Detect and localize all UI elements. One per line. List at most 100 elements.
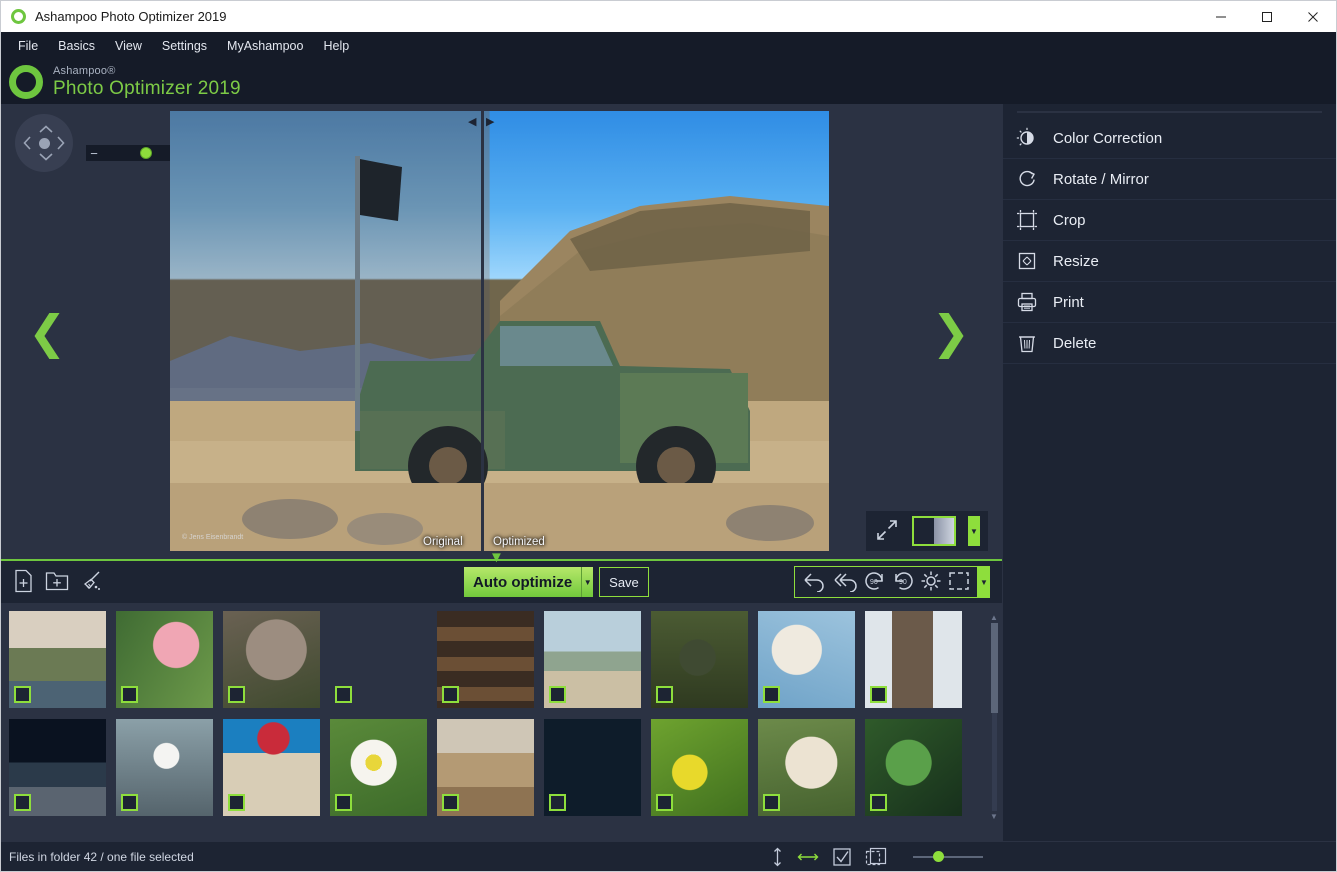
thumbnail-checkbox[interactable] (763, 686, 780, 703)
list-item[interactable] (330, 611, 427, 708)
chevron-left-icon[interactable] (23, 136, 31, 152)
scroll-up-icon[interactable]: ▲ (990, 613, 998, 622)
menu-item-settings[interactable]: Settings (153, 35, 216, 57)
rotate-left-90-icon[interactable]: 90 (863, 570, 887, 595)
toolbar-more-dropdown-button[interactable]: ▼ (978, 566, 990, 598)
label-optimized: Optimized (493, 536, 545, 548)
sidebar-item-color-correction[interactable]: Color Correction (1003, 118, 1336, 159)
sidebar-item-print[interactable]: Print (1003, 282, 1336, 323)
maximize-icon[interactable] (1244, 1, 1290, 32)
compare-split-divider[interactable] (481, 111, 484, 551)
caret-left-icon[interactable]: ◀ (468, 115, 476, 128)
menu-item-help[interactable]: Help (314, 35, 358, 57)
thumbnail-checkbox[interactable] (656, 686, 673, 703)
list-item[interactable] (865, 611, 962, 708)
list-item[interactable] (437, 719, 534, 816)
thumbnail-checkbox[interactable] (656, 794, 673, 811)
compare-dropdown-button[interactable]: ▼ (968, 516, 980, 546)
add-folder-icon[interactable] (45, 570, 69, 595)
thumbnail-checkbox[interactable] (228, 794, 245, 811)
chevron-down-icon[interactable] (39, 151, 53, 163)
list-item[interactable] (9, 611, 106, 708)
settings-gear-icon[interactable] (919, 569, 943, 596)
thumbnail-size-slider[interactable] (913, 851, 983, 863)
save-button[interactable]: Save (599, 567, 649, 597)
caret-right-icon[interactable]: ▶ (486, 115, 494, 128)
deselect-all-icon[interactable] (865, 847, 887, 867)
zoom-out-button[interactable]: − (86, 147, 102, 160)
photo-compare-area[interactable]: © Jens Eisenbrandt ◀ ▶ Original Optimize… (170, 111, 829, 551)
thumbnail-checkbox[interactable] (442, 686, 459, 703)
sidebar-item-resize[interactable]: Resize (1003, 241, 1336, 282)
sidebar-item-crop[interactable]: Crop (1003, 200, 1336, 241)
minimize-icon[interactable] (1198, 1, 1244, 32)
thumbnail-checkbox[interactable] (870, 686, 887, 703)
previous-image-button[interactable]: ❮ (28, 309, 67, 355)
list-item[interactable] (116, 611, 213, 708)
menu-item-basics[interactable]: Basics (49, 35, 104, 57)
thumbnail-checkbox[interactable] (549, 686, 566, 703)
menu-item-myashampoo[interactable]: MyAshampoo (218, 35, 312, 57)
fit-to-screen-icon[interactable] (874, 517, 900, 546)
thumbnail-checkbox[interactable] (442, 794, 459, 811)
list-item[interactable] (223, 611, 320, 708)
chevron-right-icon[interactable] (57, 136, 65, 152)
auto-optimize-dropdown-button[interactable]: ▼ (581, 567, 593, 597)
close-icon[interactable] (1290, 1, 1336, 32)
thumbnail-checkbox[interactable] (335, 686, 352, 703)
edit-toolbar: ▼ Auto optimize ▼ Save (1, 559, 1002, 603)
list-item[interactable] (116, 719, 213, 816)
list-item[interactable] (651, 719, 748, 816)
thumbnail-scrollbar[interactable]: ▲ ▼ (990, 613, 998, 821)
thumbnail-row (9, 611, 1002, 708)
list-item[interactable] (544, 719, 641, 816)
list-item[interactable] (437, 611, 534, 708)
sort-vertical-icon[interactable] (771, 847, 784, 867)
rotate-right-90-icon[interactable]: 90 (891, 570, 915, 595)
next-image-button[interactable]: ❯ (931, 309, 970, 355)
thumbnail-row (9, 719, 1002, 816)
list-item[interactable] (330, 719, 427, 816)
list-item[interactable] (865, 719, 962, 816)
thumbnail-size-handle[interactable] (933, 851, 944, 862)
list-item[interactable] (9, 719, 106, 816)
sidebar-item-rotate-mirror[interactable]: Rotate / Mirror (1003, 159, 1336, 200)
list-item[interactable] (758, 611, 855, 708)
thumbnail-checkbox[interactable] (549, 794, 566, 811)
thumbnail-strip[interactable]: ▲ ▼ (1, 603, 1002, 841)
select-region-icon[interactable] (947, 569, 971, 596)
chevron-up-icon[interactable] (39, 123, 53, 135)
thumbnail-checkbox[interactable] (121, 686, 138, 703)
split-compare-icon[interactable] (912, 516, 956, 546)
undo-all-icon[interactable] (831, 570, 859, 595)
thumbnail-checkbox[interactable] (763, 794, 780, 811)
auto-optimize-button[interactable]: Auto optimize (464, 567, 581, 597)
thumbnail-checkbox[interactable] (14, 794, 31, 811)
thumbnail-checkbox[interactable] (121, 794, 138, 811)
broom-clear-icon[interactable] (80, 569, 104, 596)
list-item[interactable] (758, 719, 855, 816)
scrollbar-thumb[interactable] (991, 623, 998, 713)
sort-horizontal-icon[interactable] (797, 850, 819, 864)
menu-item-file[interactable]: File (9, 35, 47, 57)
menu-item-view[interactable]: View (106, 35, 151, 57)
thumbnail-checkbox[interactable] (870, 794, 887, 811)
pan-dpad-icon[interactable] (15, 114, 73, 172)
add-file-icon[interactable] (13, 569, 34, 596)
photo-scenery (170, 111, 829, 551)
zoom-handle[interactable] (140, 147, 152, 159)
list-item[interactable] (651, 611, 748, 708)
list-item[interactable] (544, 611, 641, 708)
thumbnail-size-track[interactable] (913, 856, 983, 858)
collapse-viewer-icon[interactable]: ▼ (489, 549, 504, 566)
pan-center[interactable] (39, 138, 50, 149)
thumbnail-checkbox[interactable] (335, 794, 352, 811)
list-item[interactable] (223, 719, 320, 816)
sidebar-item-delete[interactable]: Delete (1003, 323, 1336, 364)
undo-icon[interactable] (801, 570, 827, 595)
thumbnail-checkbox[interactable] (14, 686, 31, 703)
title-bar: Ashampoo Photo Optimizer 2019 (1, 1, 1336, 32)
scroll-down-icon[interactable]: ▼ (990, 812, 998, 821)
select-all-icon[interactable] (832, 847, 852, 867)
thumbnail-checkbox[interactable] (228, 686, 245, 703)
